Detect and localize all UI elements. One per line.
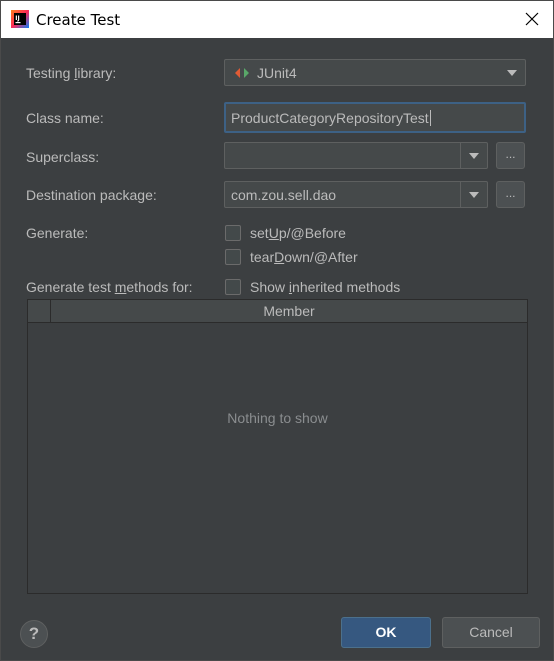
select-column-header[interactable] [28,300,51,322]
show-inherited-checkbox[interactable] [225,279,241,295]
testing-library-value: JUnit4 [257,65,297,81]
setup-checkbox[interactable] [225,225,241,241]
close-icon [525,12,539,26]
empty-table-message: Nothing to show [227,410,328,426]
class-name-value: ProductCategoryRepositoryTest [231,110,431,126]
chevron-down-icon [469,152,479,159]
teardown-checkbox[interactable] [225,249,241,265]
chevron-down-icon [469,191,479,198]
generate-label: Generate: [26,225,89,241]
destination-package-value: com.zou.sell.dao [231,187,337,203]
class-name-input[interactable]: ProductCategoryRepositoryTest [224,102,526,133]
close-button[interactable] [517,4,547,34]
member-table[interactable]: Member Nothing to show [27,299,528,594]
member-column-header[interactable]: Member [51,303,527,319]
junit-icon [235,68,249,78]
ok-button[interactable]: OK [341,617,431,648]
help-button[interactable]: ? [20,620,48,648]
table-header: Member [28,300,527,323]
class-name-label: Class name: [26,110,104,126]
destination-package-browse-button[interactable]: ... [496,181,525,208]
destination-package-combo[interactable]: com.zou.sell.dao [224,181,488,208]
dialog-title: Create Test [36,11,121,29]
chevron-down-icon [507,69,517,76]
create-test-dialog: IJ Create Test Testing library: JUnit4 C… [0,0,554,661]
testing-library-dropdown-arrow[interactable] [499,60,525,85]
destination-package-label: Destination package: [26,187,157,203]
superclass-browse-button[interactable]: ... [496,142,525,169]
title-bar: IJ Create Test [1,1,553,38]
superclass-label: Superclass: [26,149,100,165]
testing-library-select[interactable]: JUnit4 [224,59,526,86]
cancel-button[interactable]: Cancel [442,617,540,648]
text-caret [429,110,431,126]
superclass-combo[interactable] [224,142,488,169]
svg-text:IJ: IJ [15,15,19,22]
destination-package-dropdown-arrow[interactable] [460,182,487,207]
show-inherited-label[interactable]: Show inherited methods [250,279,400,295]
testing-library-label: Testing library: [26,65,117,81]
intellij-app-icon: IJ [11,10,29,28]
setup-checkbox-label[interactable]: setUp/@Before [250,225,346,241]
teardown-checkbox-label[interactable]: tearDown/@After [250,249,358,265]
generate-methods-label: Generate test methods for: [26,279,193,295]
superclass-dropdown-arrow[interactable] [460,143,487,168]
